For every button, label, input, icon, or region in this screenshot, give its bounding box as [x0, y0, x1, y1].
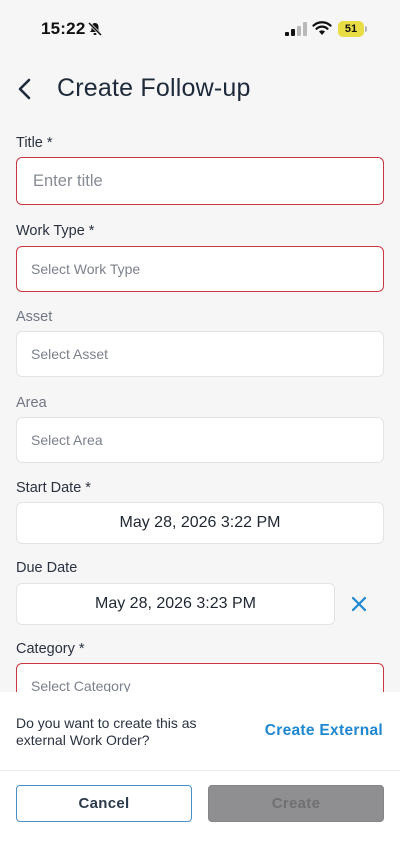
- category-select[interactable]: Select Category: [16, 663, 384, 692]
- back-chevron-icon[interactable]: [14, 76, 38, 102]
- external-question-line2: external Work Order?: [16, 732, 150, 748]
- start-date-picker[interactable]: May 28, 2026 3:22 PM: [16, 502, 384, 544]
- battery-icon: 51: [338, 21, 367, 37]
- asset-label: Asset: [16, 309, 53, 325]
- footer-actions: Cancel Create: [0, 770, 400, 868]
- create-button[interactable]: Create: [208, 785, 384, 822]
- page-title: Create Follow-up: [57, 74, 251, 102]
- asset-select[interactable]: Select Asset: [16, 331, 384, 377]
- category-label: Category *: [16, 641, 85, 657]
- title-label: Title *: [16, 135, 53, 151]
- due-date-label: Due Date: [16, 560, 78, 576]
- bottom-panel: Do you want to create this as external W…: [0, 692, 400, 868]
- work-type-select[interactable]: Select Work Type: [16, 246, 384, 292]
- start-date-label: Start Date *: [16, 480, 91, 496]
- status-bar: 15:22 51: [0, 0, 400, 58]
- work-type-label: Work Type *: [16, 223, 95, 239]
- area-select[interactable]: Select Area: [16, 417, 384, 463]
- external-question-line1: Do you want to create this as: [16, 715, 197, 731]
- area-label: Area: [16, 395, 47, 411]
- due-date-picker[interactable]: May 28, 2026 3:23 PM: [16, 583, 335, 625]
- battery-cap: [365, 26, 367, 32]
- signal-icon: [285, 22, 307, 36]
- form-scroll-area[interactable]: Title * Enter title Work Type * Select W…: [0, 122, 400, 692]
- status-time: 15:22: [41, 19, 86, 38]
- bell-off-icon: [87, 21, 103, 37]
- cancel-button[interactable]: Cancel: [16, 785, 192, 822]
- title-input[interactable]: Enter title: [16, 157, 384, 205]
- battery-level: 51: [338, 21, 364, 37]
- wifi-icon: [312, 21, 332, 35]
- external-question: Do you want to create this as external W…: [16, 715, 236, 749]
- create-external-link[interactable]: Create External: [265, 722, 383, 740]
- close-icon[interactable]: [350, 595, 368, 613]
